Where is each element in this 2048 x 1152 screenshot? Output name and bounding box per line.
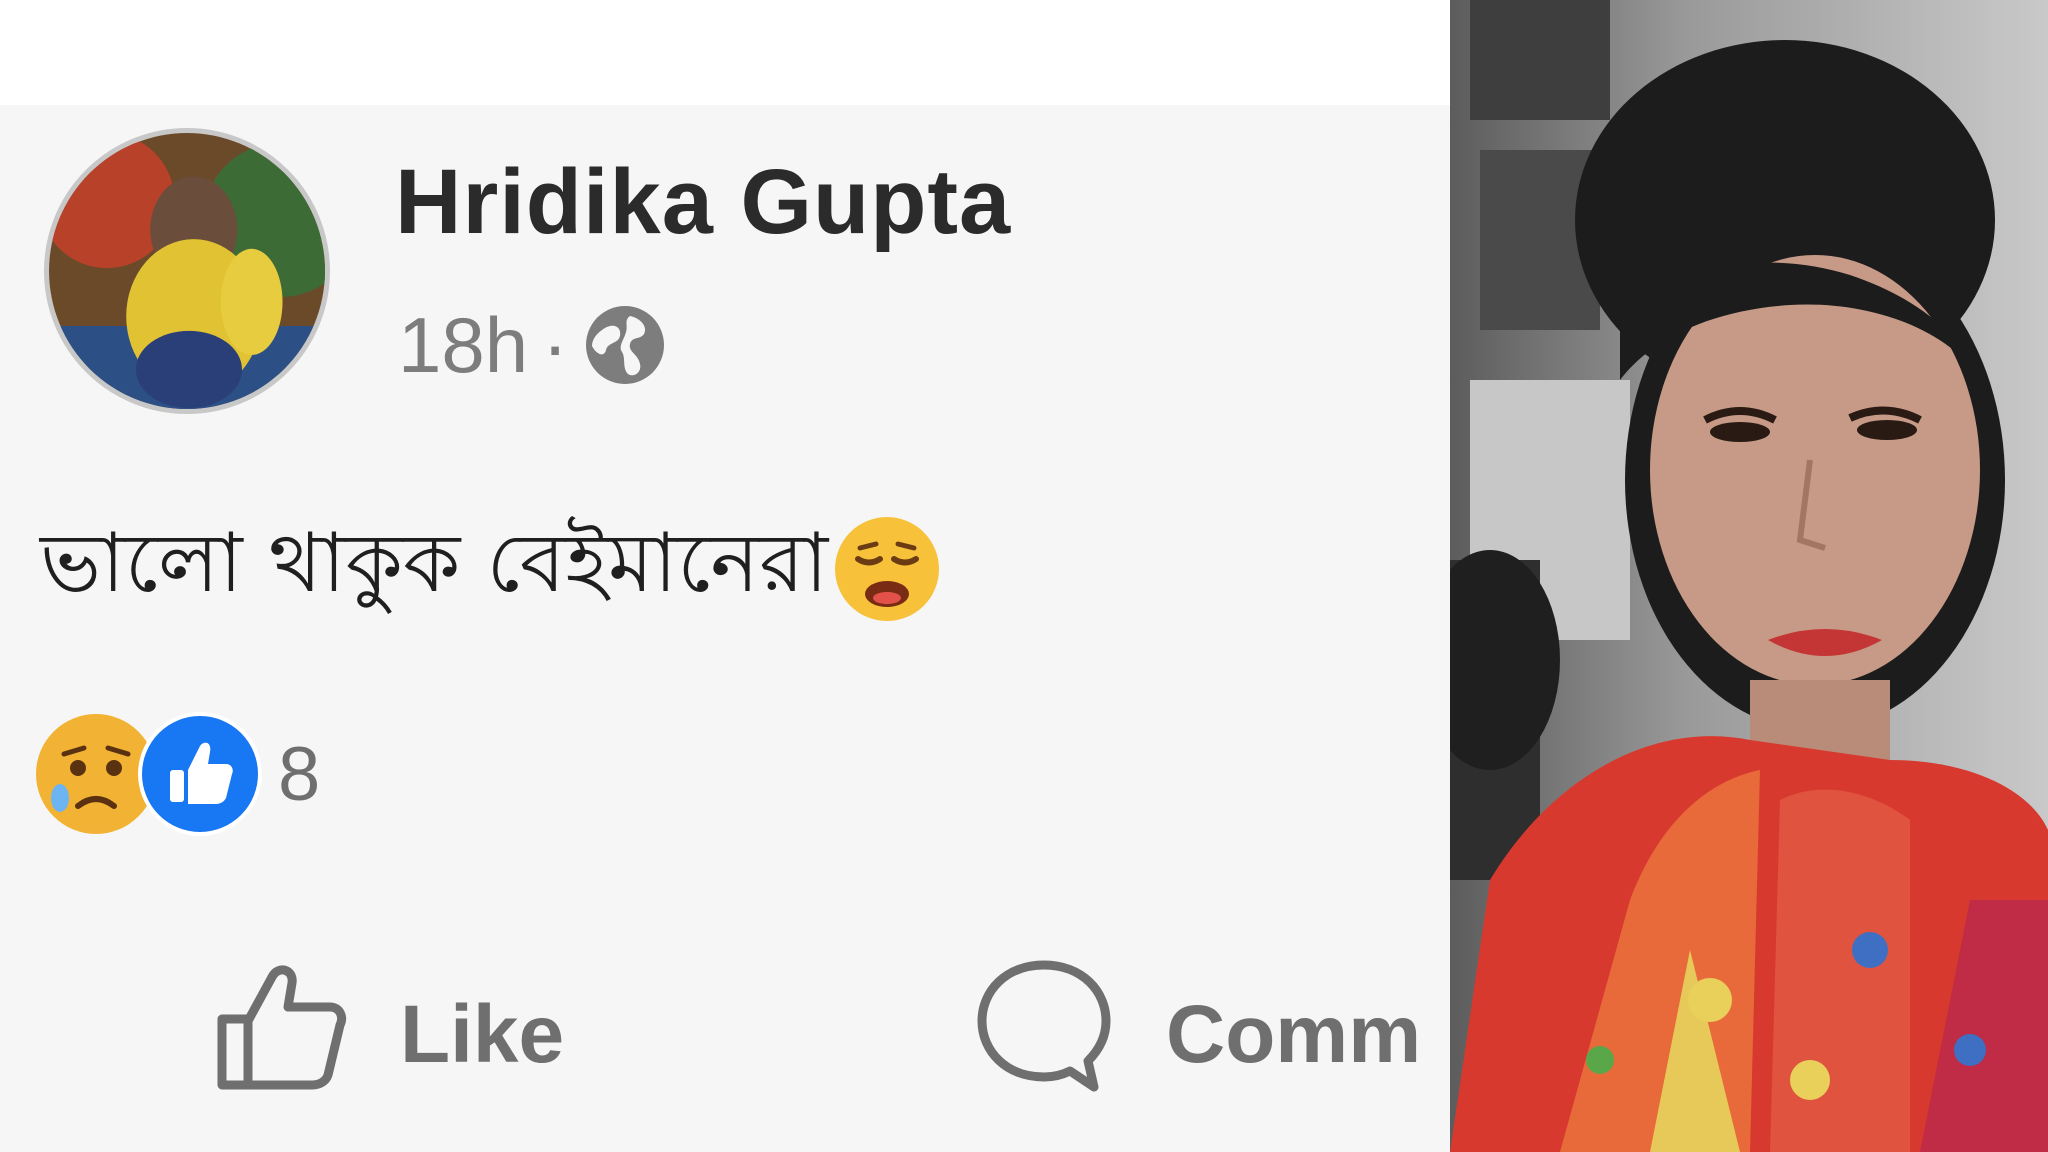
like-reaction-icon [138,712,262,836]
reactions-summary[interactable]: 8 [34,712,320,836]
post-meta: 18h · [398,300,668,390]
avatar[interactable] [44,128,330,414]
like-button[interactable]: Like [208,960,564,1110]
facebook-post-screenshot: Hridika Gupta 18h · ভালো থাকুক বেইমানেরা [0,0,1450,1152]
comment-button[interactable]: Comm [970,960,1421,1110]
post-text-content: ভালো থাকুক বেইমানেরা [40,516,829,611]
comment-label: Comm [1166,989,1422,1080]
post-actions: Like Comm [0,960,1450,1110]
thumbs-up-icon [208,953,352,1117]
globe-icon[interactable] [582,302,668,388]
reaction-count: 8 [278,731,321,817]
profile-photo [1450,0,2048,1152]
post-text: ভালো থাকুক বেইমানেরা [40,500,942,637]
post-time[interactable]: 18h [398,300,528,391]
comment-bubble-icon [970,951,1118,1119]
tired-face-emoji-icon [832,514,942,624]
like-label: Like [400,989,565,1080]
author-name[interactable]: Hridika Gupta [395,150,1011,255]
avatar-photo [49,133,325,409]
meta-separator: · [542,300,569,389]
portrait-image [1450,0,2048,1152]
